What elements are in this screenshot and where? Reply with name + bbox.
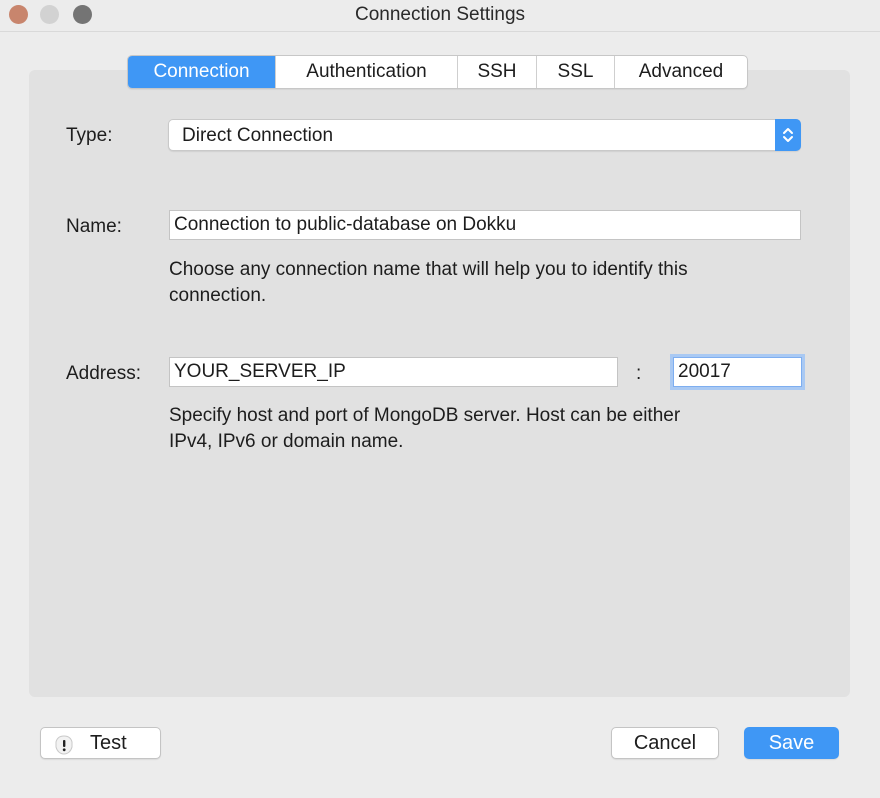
type-select[interactable]: Direct Connection [168,119,801,151]
type-label: Type: [66,125,113,146]
tab-ssh[interactable]: SSH [457,56,536,88]
test-button[interactable]: Test [40,727,161,759]
port-separator: : [636,363,642,384]
address-help-text: Specify host and port of MongoDB server.… [169,403,680,455]
tab-bar: Connection Authentication SSH SSL Advanc… [127,55,748,89]
address-label: Address: [66,363,141,384]
name-label: Name: [66,216,122,237]
test-button-label: Test [90,732,127,754]
type-select-value: Direct Connection [182,125,334,146]
address-help-line-2: IPv4, IPv6 or domain name. [169,431,404,452]
cancel-button[interactable]: Cancel [611,727,719,759]
address-help-line-1: Specify host and port of MongoDB server.… [169,405,681,426]
title-bar: Connection Settings [0,0,880,32]
warning-icon [54,734,74,755]
save-button[interactable]: Save [744,727,839,759]
window-title: Connection Settings [354,4,526,25]
tab-ssl[interactable]: SSL [536,56,614,88]
name-help-line-1: Choose any connection name that will hel… [169,259,688,280]
host-input[interactable]: YOUR_SERVER_IP [169,357,618,387]
name-help-text: Choose any connection name that will hel… [169,257,688,309]
updown-chevron-icon [775,119,801,151]
tab-authentication[interactable]: Authentication [275,56,457,88]
connection-name-input[interactable]: Connection to public-database on Dokku [169,210,801,240]
name-help-line-2: connection. [169,285,267,306]
port-input[interactable]: 20017 [673,357,802,387]
tab-advanced[interactable]: Advanced [614,56,747,88]
tab-connection[interactable]: Connection [128,56,275,88]
